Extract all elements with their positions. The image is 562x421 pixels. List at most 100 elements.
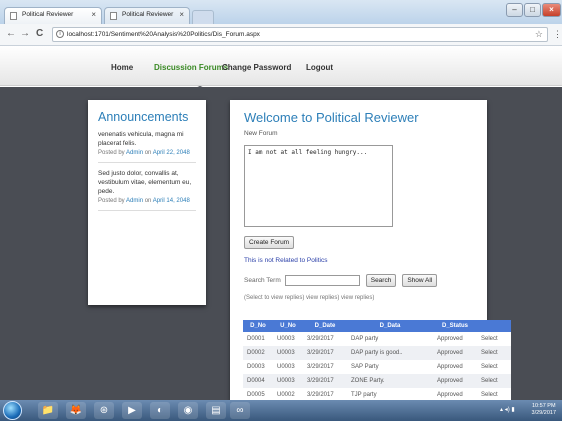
browser-menu-icon[interactable]: ⋮: [553, 29, 562, 40]
clock[interactable]: 10:57 PM 3/29/2017: [532, 403, 556, 417]
tab-label: Political Reviewer: [22, 11, 74, 18]
search-row: Search Term Search Show All: [244, 274, 473, 287]
windows-taskbar: 📁 🦊 ⊛ ▶ ◐ ◉ ▤ ∞ ▴ ◂) ▮ 10:57 PM 3/29/201…: [0, 400, 562, 421]
cell: U0003: [273, 346, 303, 360]
select-link[interactable]: Select: [477, 332, 511, 346]
url-input[interactable]: i localhost:1701/Sentiment%20Analysis%20…: [52, 27, 548, 42]
app-icon[interactable]: ⊛: [94, 402, 114, 419]
page-title: Welcome to Political Reviewer: [244, 110, 419, 125]
url-text: localhost:1701/Sentiment%20Analysis%20Po…: [67, 31, 260, 38]
cell: U0003: [273, 374, 303, 388]
minimize-button[interactable]: –: [506, 3, 523, 17]
window-icon[interactable]: ▤: [206, 402, 226, 419]
cell: SAP Party: [347, 360, 433, 374]
table-header-row: D_No U_No D_Date D_Data D_Status: [243, 320, 511, 332]
cell: Approved: [433, 332, 477, 346]
table-row: D0004 U0003 3/29/2017 ZONE Party. Approv…: [243, 374, 511, 388]
clock-time: 10:57 PM: [531, 403, 556, 409]
table-row: D0002 U0003 3/29/2017 DAP party is good.…: [243, 346, 511, 360]
reload-icon[interactable]: C: [36, 28, 43, 39]
forward-arrow-icon[interactable]: →: [20, 28, 30, 39]
announcement-text: Sed justo dolor, convallis at, vestibulu…: [98, 170, 192, 195]
column-header: D_Status: [433, 320, 477, 332]
date-link[interactable]: April 14, 2048: [153, 198, 190, 204]
announcement-meta: Posted by Admin on April 22, 2048: [98, 150, 196, 156]
search-button[interactable]: Search: [365, 274, 397, 287]
announcements-title: Announcements: [98, 110, 189, 124]
cell: 3/29/2017: [303, 360, 347, 374]
cell: Approved: [433, 346, 477, 360]
column-header: D_Data: [347, 320, 433, 332]
cell: DAP party is good..: [347, 346, 433, 360]
maximize-button[interactable]: □: [524, 3, 541, 17]
announcement-item: Sed justo dolor, convallis at, vestibulu…: [98, 169, 196, 211]
explorer-icon[interactable]: 📁: [38, 402, 58, 419]
nav-home-link[interactable]: Home: [111, 63, 133, 72]
site-header: Home Discussion Forums Change Password L…: [0, 46, 562, 96]
author-link[interactable]: Admin: [126, 150, 143, 156]
cell: 3/29/2017: [303, 346, 347, 360]
new-tab-button[interactable]: [192, 10, 214, 24]
nav-discussion-forums-link[interactable]: Discussion Forums: [154, 63, 228, 72]
page-icon: [110, 12, 117, 20]
announcements-panel: Announcements venenatis vehicula, magna …: [88, 100, 206, 305]
column-header: [477, 320, 511, 332]
address-bar-row: ← → C i localhost:1701/Sentiment%20Analy…: [0, 24, 562, 46]
chrome-icon[interactable]: ◉: [178, 402, 198, 419]
select-link[interactable]: Select: [477, 346, 511, 360]
table-row: D0003 U0003 3/29/2017 SAP Party Approved…: [243, 360, 511, 374]
select-link[interactable]: Select: [477, 360, 511, 374]
cell: D0002: [243, 346, 273, 360]
posted-by-label: Posted by: [98, 150, 125, 156]
date-link[interactable]: April 22, 2048: [153, 150, 190, 156]
close-tab-icon[interactable]: ×: [179, 10, 184, 19]
firefox-icon[interactable]: 🦊: [66, 402, 86, 419]
cell: U0003: [273, 360, 303, 374]
nav-change-password-link[interactable]: Change Password: [222, 63, 291, 72]
cell: DAP party: [347, 332, 433, 346]
start-button[interactable]: [3, 401, 22, 420]
posted-by-label: Posted by: [98, 198, 125, 204]
validation-message: This is not Related to Politics: [244, 257, 328, 264]
cell: 3/29/2017: [303, 332, 347, 346]
column-header: D_No: [243, 320, 273, 332]
show-all-button[interactable]: Show All: [402, 274, 438, 287]
cell: Approved: [433, 360, 477, 374]
ie-icon[interactable]: ◐: [150, 402, 170, 419]
cell: U0003: [273, 332, 303, 346]
close-window-button[interactable]: ×: [542, 3, 561, 17]
column-header: U_No: [273, 320, 303, 332]
on-label: on: [144, 198, 152, 204]
app-icon[interactable]: ∞: [230, 402, 250, 419]
media-player-icon[interactable]: ▶: [122, 402, 142, 419]
browser-tab-2[interactable]: Political Reviewer ×: [104, 7, 190, 24]
select-link[interactable]: Select: [477, 374, 511, 388]
page-icon: [10, 12, 17, 20]
announcement-meta: Posted by Admin on April 14, 2048: [98, 198, 196, 204]
column-header: D_Date: [303, 320, 347, 332]
info-icon[interactable]: i: [56, 30, 64, 38]
author-link[interactable]: Admin: [126, 198, 143, 204]
announcement-text: venenatis vehicula, magna mi placerat fe…: [98, 131, 184, 147]
back-arrow-icon[interactable]: ←: [6, 28, 16, 39]
close-tab-icon[interactable]: ×: [91, 10, 96, 19]
forum-text-input[interactable]: [244, 145, 393, 227]
search-term-label: Search Term: [244, 277, 281, 284]
clock-date: 3/29/2017: [531, 410, 556, 416]
search-input[interactable]: [284, 275, 360, 286]
cell: 3/29/2017: [303, 374, 347, 388]
table-row: D0001 U0003 3/29/2017 DAP party Approved…: [243, 332, 511, 346]
forum-table: D_No U_No D_Date D_Data D_Status D0001 U…: [243, 320, 511, 402]
nav-logout-link[interactable]: Logout: [306, 63, 333, 72]
browser-tab-1[interactable]: Political Reviewer ×: [4, 7, 102, 24]
tab-label: Political Reviewer: [122, 11, 174, 18]
create-forum-button[interactable]: Create Forum: [244, 236, 295, 249]
system-tray[interactable]: ▴ ◂) ▮: [500, 406, 515, 413]
on-label: on: [144, 150, 152, 156]
browser-tab-strip: Political Reviewer × Political Reviewer …: [0, 0, 562, 24]
cell: Approved: [433, 374, 477, 388]
cell: D0001: [243, 332, 273, 346]
cell: ZONE Party.: [347, 374, 433, 388]
bookmark-star-icon[interactable]: ☆: [535, 28, 543, 41]
cell: D0003: [243, 360, 273, 374]
